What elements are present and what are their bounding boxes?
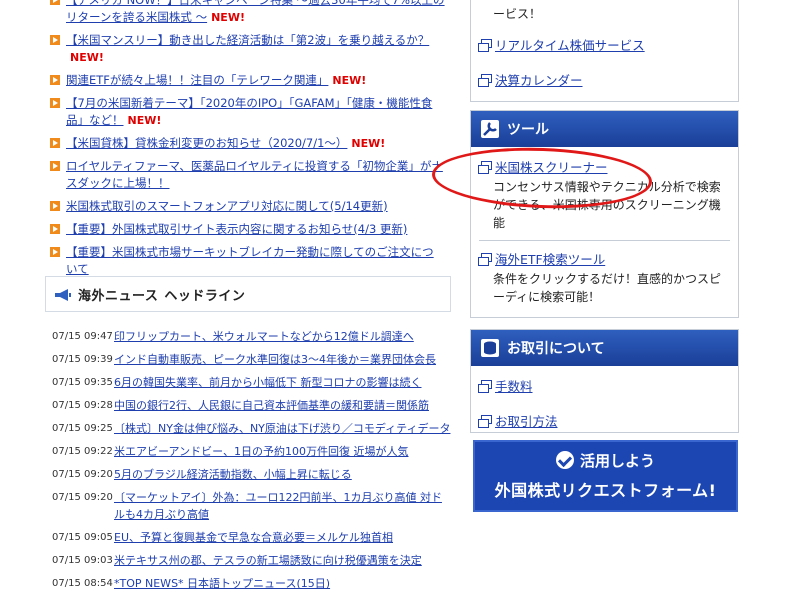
service-desc-fragment: ービス！: [493, 7, 542, 21]
announcement-item[interactable]: ロイヤルティファーマ、医薬品ロイヤルティに投資する「初物企業」がナスダックに上場…: [50, 158, 445, 192]
megaphone-icon: [54, 287, 72, 301]
external-window-icon: [478, 415, 492, 428]
trading-title: お取引について: [507, 341, 605, 357]
arrow-bullet-icon: [50, 161, 60, 171]
new-badge: NEW!: [332, 74, 367, 87]
announcement-link[interactable]: 【米国マンスリー】動き出した経済活動は「第2波」を乗り越えるか？: [66, 33, 429, 47]
headline-link[interactable]: 中国の銀行2行、人民銀に自己資本評価基準の緩和要請＝関係筋: [114, 397, 429, 414]
announcement-item[interactable]: 米国株式取引のスマートフォンアプリ対応に関して(5/14更新): [50, 198, 445, 215]
announcement-item[interactable]: 【重要】米国株式市場サーキットブレイカー発動に際してのご注文について: [50, 244, 445, 278]
headline-link[interactable]: EU、予算と復興基金で早急な合意必要＝メルケル独首相: [114, 529, 393, 546]
external-window-icon: [478, 253, 492, 266]
announcement-link[interactable]: 米国株式取引のスマートフォンアプリ対応に関して(5/14更新): [66, 199, 388, 213]
announcement-item[interactable]: 【米国貸株】貸株金利変更のお知らせ（2020/7/1～） NEW!: [50, 135, 445, 152]
headline-time: 07/15 09:39: [52, 354, 113, 365]
headline-link[interactable]: 〔株式〕NY金は伸び悩み、NY原油は下げ渋り／コモディティデータ: [114, 420, 450, 437]
headline-link[interactable]: 印フリップカート、米ウォルマートなどから12億ドル調達へ: [114, 328, 414, 345]
tool-icon: [481, 120, 499, 138]
earnings-calendar-link[interactable]: 決算カレンダー: [477, 70, 738, 89]
headline-link[interactable]: 米エアビーアンドビー、1日の予約100万件回復 近場が人気: [114, 443, 409, 460]
headline-row: 07/15 09:28 中国の銀行2行、人民銀に自己資本評価基準の緩和要請＝関係筋: [52, 397, 452, 414]
divider: [479, 240, 730, 241]
arrow-bullet-icon: [50, 247, 60, 257]
announcement-link[interactable]: 【7月の米国新着テーマ】「2020年のIPO」「GAFAM」「健康・機能性食品」…: [66, 96, 432, 127]
request-form-banner[interactable]: 活用しよう 外国株式リクエストフォーム!: [473, 440, 738, 512]
headline-time: 07/15 09:05: [52, 532, 113, 543]
new-badge: NEW!: [127, 114, 162, 127]
announcement-item[interactable]: 【重要】外国株式取引サイト表示内容に関するお知らせ(4/3 更新): [50, 221, 445, 238]
tools-box: ツール 米国株スクリーナー コンセンサス情報やテクニカル分析で検索ができる、米国…: [470, 110, 739, 318]
external-window-icon: [478, 39, 492, 52]
external-window-icon: [478, 74, 492, 87]
headline-time: 07/15 09:35: [52, 377, 113, 388]
headline-link[interactable]: 〔マーケットアイ〕外為：ユーロ122円前半、1カ月ぶり高値 対ドルも4カ月ぶり高…: [114, 489, 452, 523]
headline-row: 07/15 09:20 5月のブラジル経済活動指数、小幅上昇に転じる: [52, 466, 452, 483]
announcement-link[interactable]: 関連ETFが続々上場！！注目の「テレワーク関連」: [66, 73, 328, 87]
headline-row: 07/15 09:35 6月の韓国失業率、前月から小幅低下 新型コロナの影響は続く: [52, 374, 452, 391]
arrow-bullet-icon: [50, 224, 60, 234]
headline-time: 07/15 08:54: [52, 578, 113, 589]
announcement-link[interactable]: ロイヤルティファーマ、医薬品ロイヤルティに投資する「初物企業」がナスダックに上場…: [66, 159, 443, 190]
headline-link[interactable]: 6月の韓国失業率、前月から小幅低下 新型コロナの影響は続く: [114, 374, 422, 391]
headline-row: 07/15 09:25 〔株式〕NY金は伸び悩み、NY原油は下げ渋り／コモディティ…: [52, 420, 452, 437]
headline-time: 07/15 09:20: [52, 469, 113, 480]
headline-row: 07/15 09:22 米エアビーアンドビー、1日の予約100万件回復 近場が人気: [52, 443, 452, 460]
external-window-icon: [478, 380, 492, 393]
checkmark-icon: [555, 451, 574, 469]
announcement-item[interactable]: 【7月の米国新着テーマ】「2020年のIPO」「GAFAM」「健康・機能性食品」…: [50, 95, 445, 129]
coins-icon: [481, 339, 499, 357]
arrow-bullet-icon: [50, 35, 60, 45]
headline-link[interactable]: インド自動車販売、ピーク水準回復は3～4年後か＝業界団体会長: [114, 351, 436, 368]
announcement-link[interactable]: 【重要】米国株式市場サーキットブレイカー発動に際してのご注文について: [66, 245, 434, 276]
headline-row: 07/15 09:03 米テキサス州の郡、テスラの新工場誘致に向け税優遇策を決定: [52, 552, 452, 569]
headline-row: 07/15 09:39 インド自動車販売、ピーク水準回復は3～4年後か＝業界団体会…: [52, 351, 452, 368]
headline-list: 07/15 09:47 印フリップカート、米ウォルマートなどから12億ドル調達へ …: [52, 328, 452, 598]
arrow-bullet-icon: [50, 138, 60, 148]
etf-search-tool-link[interactable]: 海外ETF検索ツール: [477, 249, 738, 268]
trading-method-link[interactable]: お取引方法: [477, 411, 738, 430]
headline-time: 07/15 09:22: [52, 446, 113, 457]
headline-link[interactable]: 米テキサス州の郡、テスラの新工場誘致に向け税優遇策を決定: [114, 552, 422, 569]
announcement-item[interactable]: 【米国マンスリー】動き出した経済活動は「第2波」を乗り越えるか？ NEW!: [50, 32, 445, 66]
trading-header: お取引について: [471, 330, 738, 366]
services-box: ービス！ リアルタイム株価サービス 決算カレンダー: [470, 0, 739, 102]
banner-line2: 外国株式リクエストフォーム!: [494, 481, 717, 500]
realtime-quote-link[interactable]: リアルタイム株価サービス: [477, 35, 738, 54]
headline-time: 07/15 09:20: [52, 492, 113, 503]
new-badge: NEW!: [211, 11, 245, 24]
arrow-bullet-icon: [50, 98, 60, 108]
announcement-link[interactable]: 【米国貸株】貸株金利変更のお知らせ（2020/7/1～）: [66, 136, 347, 150]
headline-time: 07/15 09:28: [52, 400, 113, 411]
announcement-link[interactable]: 【重要】外国株式取引サイト表示内容に関するお知らせ(4/3 更新): [66, 222, 407, 236]
announcement-item[interactable]: 【アメリカ NOW！】日米キャンペーン特集 ～過去30年平均で7%以上のリターン…: [50, 0, 445, 26]
tools-header: ツール: [471, 111, 738, 147]
headline-time: 07/15 09:25: [52, 423, 113, 434]
banner-line1: 活用しよう: [579, 452, 655, 470]
overseas-news-subtitle: ヘッドライン: [164, 288, 246, 304]
new-badge: NEW!: [70, 51, 104, 64]
headline-time: 07/15 09:47: [52, 331, 113, 342]
new-badge: NEW!: [351, 137, 386, 150]
announcement-item[interactable]: 関連ETFが続々上場！！注目の「テレワーク関連」 NEW!: [50, 72, 445, 89]
etf-description: 条件をクリックするだけ！直感的かつスピーディに検索可能！: [493, 272, 722, 304]
headline-row: 07/15 09:47 印フリップカート、米ウォルマートなどから12億ドル調達へ: [52, 328, 452, 345]
headline-row: 07/15 09:20 〔マーケットアイ〕外為：ユーロ122円前半、1カ月ぶり高値…: [52, 489, 452, 523]
announcement-link[interactable]: 【アメリカ NOW！】日米キャンペーン特集 ～過去30年平均で7%以上のリターン…: [66, 0, 445, 24]
fees-link[interactable]: 手数料: [477, 376, 738, 395]
headline-link[interactable]: 5月のブラジル経済活動指数、小幅上昇に転じる: [114, 466, 352, 483]
trading-box: お取引について 手数料 お取引方法: [470, 329, 739, 433]
overseas-news-header: 海外ニュース ヘッドライン: [45, 276, 451, 312]
overseas-news-title: 海外ニュース: [78, 288, 159, 304]
announcement-list: 【アメリカ NOW！】日米キャンペーン特集 ～過去30年平均で7%以上のリターン…: [50, 0, 445, 284]
arrow-bullet-icon: [50, 201, 60, 211]
arrow-bullet-icon: [50, 75, 60, 85]
headline-link[interactable]: *TOP NEWS* 日本語トップニュース(15日): [114, 575, 330, 592]
arrow-bullet-icon: [50, 0, 60, 5]
tools-title: ツール: [507, 122, 549, 138]
headline-time: 07/15 09:03: [52, 555, 113, 566]
headline-row: 07/15 09:05 EU、予算と復興基金で早急な合意必要＝メルケル独首相: [52, 529, 452, 546]
headline-row: 07/15 08:54 *TOP NEWS* 日本語トップニュース(15日): [52, 575, 452, 592]
